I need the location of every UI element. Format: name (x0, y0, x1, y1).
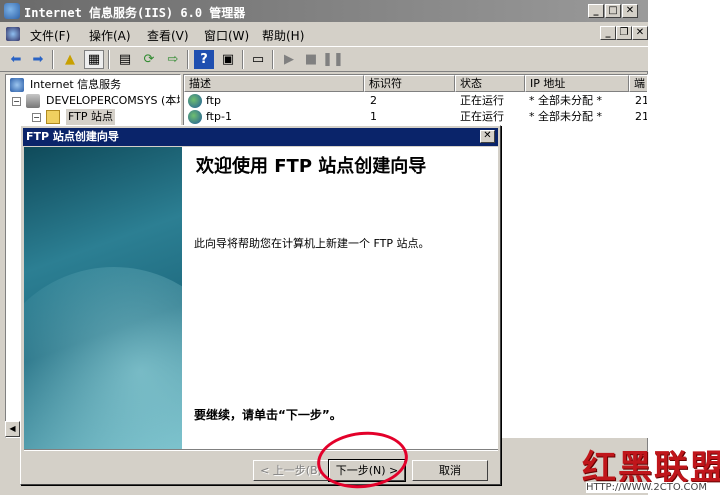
stop-icon[interactable]: ■ (301, 50, 321, 69)
scroll-left-button[interactable]: ◀ (5, 421, 20, 437)
mdi-restore-button[interactable]: ❐ (616, 26, 632, 40)
watermark-url: HTTP://WWW.2CTO.COM (586, 482, 707, 493)
iis-icon (10, 78, 24, 92)
window-title: Internet 信息服务(IIS) 6.0 管理器 (24, 6, 246, 20)
dialog-close-button[interactable]: ✕ (480, 130, 495, 143)
tree-item-iis-root[interactable]: Internet 信息服务 (6, 77, 180, 93)
cell-state: 正在运行 (460, 110, 504, 123)
ftp-site-wizard-dialog: FTP 站点创建向导 ✕ 欢迎使用 FTP 站点创建向导 此向导将帮助您在计算机… (20, 125, 501, 485)
toolbar: ⬅ ➡ ▲ ▦ ▤ ⟳ ⇨ ? ▣ ▭ ▶ ■ ❚❚ (0, 46, 648, 72)
computer-icon[interactable]: ▭ (248, 50, 268, 69)
wizard-description: 此向导将帮助您在计算机上新建一个 FTP 站点。 (194, 237, 430, 250)
wizard-heading: 欢迎使用 FTP 站点创建向导 (196, 156, 427, 177)
menu-file[interactable]: 文件(F) (30, 27, 70, 44)
minimize-button[interactable]: _ (588, 4, 604, 18)
menu-view[interactable]: 查看(V) (147, 27, 189, 44)
table-row[interactable]: ftp-1 1 正在运行 * 全部未分配 * 21 (184, 109, 648, 125)
cancel-button[interactable]: 取消 (412, 460, 488, 481)
iis-app-icon (4, 3, 20, 19)
title-bar[interactable]: Internet 信息服务(IIS) 6.0 管理器 _ □ ✕ (0, 0, 648, 22)
cell-port: 21 (635, 94, 648, 107)
toolbar-separator (187, 50, 189, 69)
mdi-minimize-button[interactable]: _ (600, 26, 616, 40)
play-icon[interactable]: ▶ (279, 50, 299, 69)
mdi-close-button[interactable]: ✕ (632, 26, 648, 40)
next-button[interactable]: 下一步(N) > (328, 459, 406, 482)
close-button[interactable]: ✕ (622, 4, 638, 18)
forward-icon[interactable]: ➡ (28, 50, 48, 69)
collapse-icon[interactable]: − (12, 97, 21, 106)
toolbar-separator (108, 50, 110, 69)
properties-icon[interactable]: ▤ (115, 50, 135, 69)
column-header-description[interactable]: 描述 (184, 75, 364, 92)
list-header: 描述 标识符 状态 IP 地址 端 (184, 75, 647, 92)
menu-help[interactable]: 帮助(H) (262, 27, 304, 44)
help-icon[interactable]: ? (194, 50, 214, 69)
tree-item-server[interactable]: − DEVELOPERCOMSYS (本地计 (6, 93, 180, 109)
column-header-port[interactable]: 端 (629, 75, 647, 92)
view-icon[interactable]: ▣ (218, 50, 238, 69)
cell-description: ftp-1 (206, 110, 232, 123)
export-icon[interactable]: ⇨ (163, 50, 183, 69)
toolbar-separator (272, 50, 274, 69)
tree-item-label: Internet 信息服务 (30, 78, 122, 91)
back-button[interactable]: < 上一步(B) (253, 460, 329, 481)
cell-ip-address: * 全部未分配 * (529, 110, 602, 123)
cell-description: ftp (206, 94, 221, 107)
mmc-icon[interactable] (6, 27, 20, 41)
toolbar-separator (52, 50, 54, 69)
table-row[interactable]: ftp 2 正在运行 * 全部未分配 * 21 (184, 93, 648, 109)
server-icon (26, 94, 40, 108)
back-icon[interactable]: ⬅ (6, 50, 26, 69)
watermark: 红黑联盟 HTTP://WWW.2CTO.COM (580, 440, 720, 495)
up-icon[interactable]: ▲ (60, 50, 80, 69)
tree-item-ftp-sites[interactable]: − FTP 站点 (6, 109, 180, 125)
folder-icon (46, 110, 60, 124)
cell-identifier: 2 (370, 94, 377, 107)
menu-bar: 文件(F) 操作(A) 查看(V) 窗口(W) 帮助(H) _ ❐ ✕ (0, 22, 648, 46)
toolbar-separator (242, 50, 244, 69)
menu-window[interactable]: 窗口(W) (204, 27, 249, 44)
wizard-continue-hint: 要继续，请单击“下一步”。 (194, 408, 342, 422)
wizard-content: 欢迎使用 FTP 站点创建向导 此向导将帮助您在计算机上新建一个 FTP 站点。… (182, 147, 498, 449)
menu-action[interactable]: 操作(A) (89, 27, 131, 44)
dialog-title-bar[interactable]: FTP 站点创建向导 ✕ (23, 128, 498, 146)
cell-ip-address: * 全部未分配 * (529, 94, 602, 107)
refresh-icon[interactable]: ⟳ (139, 50, 159, 69)
dialog-separator (24, 449, 498, 451)
show-tree-icon[interactable]: ▦ (84, 50, 104, 69)
dialog-title: FTP 站点创建向导 (26, 130, 119, 143)
tree-item-label: DEVELOPERCOMSYS (本地计 (46, 94, 180, 107)
maximize-button[interactable]: □ (605, 4, 621, 18)
cell-port: 21 (635, 110, 648, 123)
cell-identifier: 1 (370, 110, 377, 123)
column-header-state[interactable]: 状态 (455, 75, 525, 92)
ftp-site-icon (188, 110, 202, 124)
ftp-site-icon (188, 94, 202, 108)
column-header-ip-address[interactable]: IP 地址 (525, 75, 629, 92)
cell-state: 正在运行 (460, 94, 504, 107)
pause-icon[interactable]: ❚❚ (322, 50, 344, 69)
tree-item-label: FTP 站点 (66, 109, 115, 125)
column-header-identifier[interactable]: 标识符 (364, 75, 455, 92)
collapse-icon[interactable]: − (32, 113, 41, 122)
wizard-side-banner (24, 147, 182, 449)
